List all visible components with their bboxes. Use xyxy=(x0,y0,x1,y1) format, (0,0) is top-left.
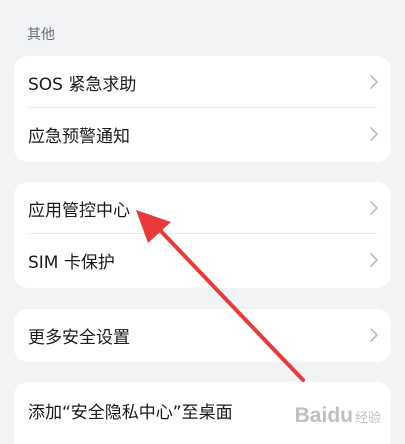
settings-group-apps: 应用管控中心 SIM 卡保护 xyxy=(14,182,391,288)
more-security-settings-label: 更多安全设置 xyxy=(28,327,130,348)
settings-group-emergency: SOS 紧急求助 应急预警通知 xyxy=(14,56,391,162)
chevron-right-icon xyxy=(370,75,378,89)
add-to-desktop-label: 添加“安全隐私中心”至桌面 xyxy=(28,402,233,423)
sim-protection-label: SIM 卡保护 xyxy=(28,252,115,273)
baidu-watermark: Baidu 经验 xyxy=(295,404,381,428)
more-security-settings-item[interactable]: 更多安全设置 xyxy=(14,309,391,361)
app-control-center-item[interactable]: 应用管控中心 xyxy=(14,182,391,234)
sim-protection-item[interactable]: SIM 卡保护 xyxy=(14,234,391,286)
sos-emergency-label: SOS 紧急求助 xyxy=(28,74,137,95)
watermark-brand: Baidu xyxy=(294,404,353,427)
app-control-center-label: 应用管控中心 xyxy=(28,200,130,221)
watermark-suffix: 经验 xyxy=(354,410,381,425)
chevron-right-icon xyxy=(370,253,378,267)
chevron-right-icon xyxy=(370,127,378,141)
settings-group-more: 更多安全设置 xyxy=(14,309,391,362)
chevron-right-icon xyxy=(370,328,378,342)
section-title: 其他 xyxy=(27,27,55,43)
emergency-alert-item[interactable]: 应急预警通知 xyxy=(14,108,391,160)
chevron-right-icon xyxy=(370,201,378,215)
sos-emergency-item[interactable]: SOS 紧急求助 xyxy=(14,56,391,108)
emergency-alert-label: 应急预警通知 xyxy=(28,126,130,147)
